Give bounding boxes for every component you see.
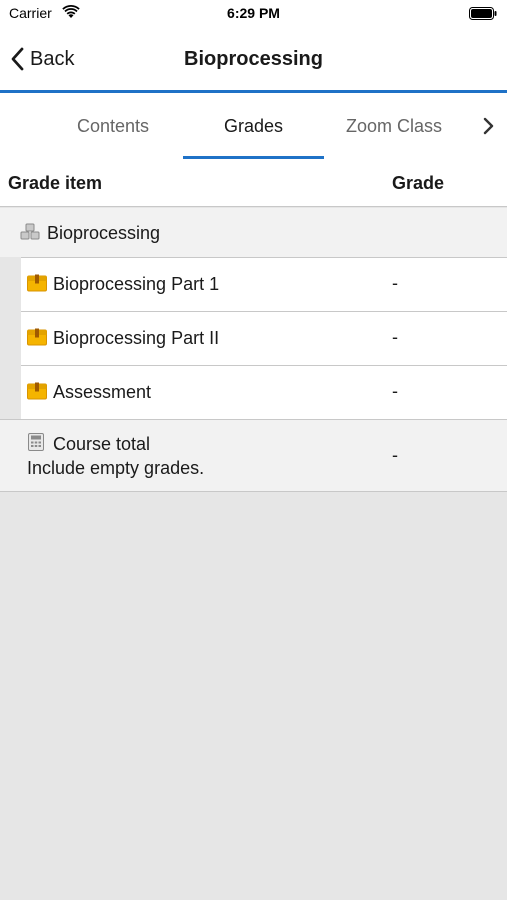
status-bar: Carrier 6:29 PM [0, 0, 507, 28]
grade-item-value: - [392, 327, 398, 347]
tab-contents[interactable]: Contents [44, 93, 182, 159]
assignment-icon [27, 274, 47, 292]
grade-item-row[interactable]: Bioprocessing Part 1 - [21, 257, 507, 311]
battery-icon [469, 7, 497, 20]
course-total-note: Include empty grades. [27, 458, 205, 478]
grade-item-label: Assessment [53, 382, 152, 402]
grade-item-value: - [392, 381, 398, 401]
course-total-row[interactable]: Course total Include empty grades. - [0, 419, 507, 492]
grade-item-label: Bioprocessing Part II [53, 328, 220, 348]
grade-item-value: - [392, 273, 398, 293]
tab-bar: Contents Grades Zoom Class [0, 93, 507, 159]
category-row: Bioprocessing [0, 208, 507, 257]
category-icon [20, 223, 40, 240]
tab-zoom-class[interactable]: Zoom Class [334, 93, 454, 159]
back-button[interactable]: Back [10, 44, 74, 74]
tab-grades[interactable]: Grades [183, 93, 324, 159]
header-grade: Grade [392, 173, 445, 193]
wifi-icon [62, 5, 80, 18]
course-total-value: - [392, 445, 398, 465]
page-title: Bioprocessing [184, 48, 323, 70]
grade-item-label: Bioprocessing Part 1 [53, 274, 220, 294]
grades-table: Bioprocessing Bioprocessing Part 1 - Bio… [0, 208, 507, 492]
header-grade-item: Grade item [8, 173, 103, 193]
grade-item-row[interactable]: Bioprocessing Part II - [21, 311, 507, 365]
carrier-label: Carrier [9, 5, 52, 21]
navigation-bar: Back Bioprocessing [0, 28, 507, 90]
calculator-icon [28, 433, 44, 451]
assignment-icon [27, 328, 47, 346]
back-label: Back [30, 47, 75, 70]
assignment-icon [27, 382, 47, 400]
course-total-label: Course total [53, 434, 151, 454]
category-label: Bioprocessing [47, 223, 161, 243]
chevron-right-icon[interactable] [481, 116, 495, 136]
grade-item-row[interactable]: Assessment - [21, 365, 507, 419]
chevron-left-icon [11, 47, 24, 71]
grades-table-header: Grade item Grade [0, 159, 507, 207]
